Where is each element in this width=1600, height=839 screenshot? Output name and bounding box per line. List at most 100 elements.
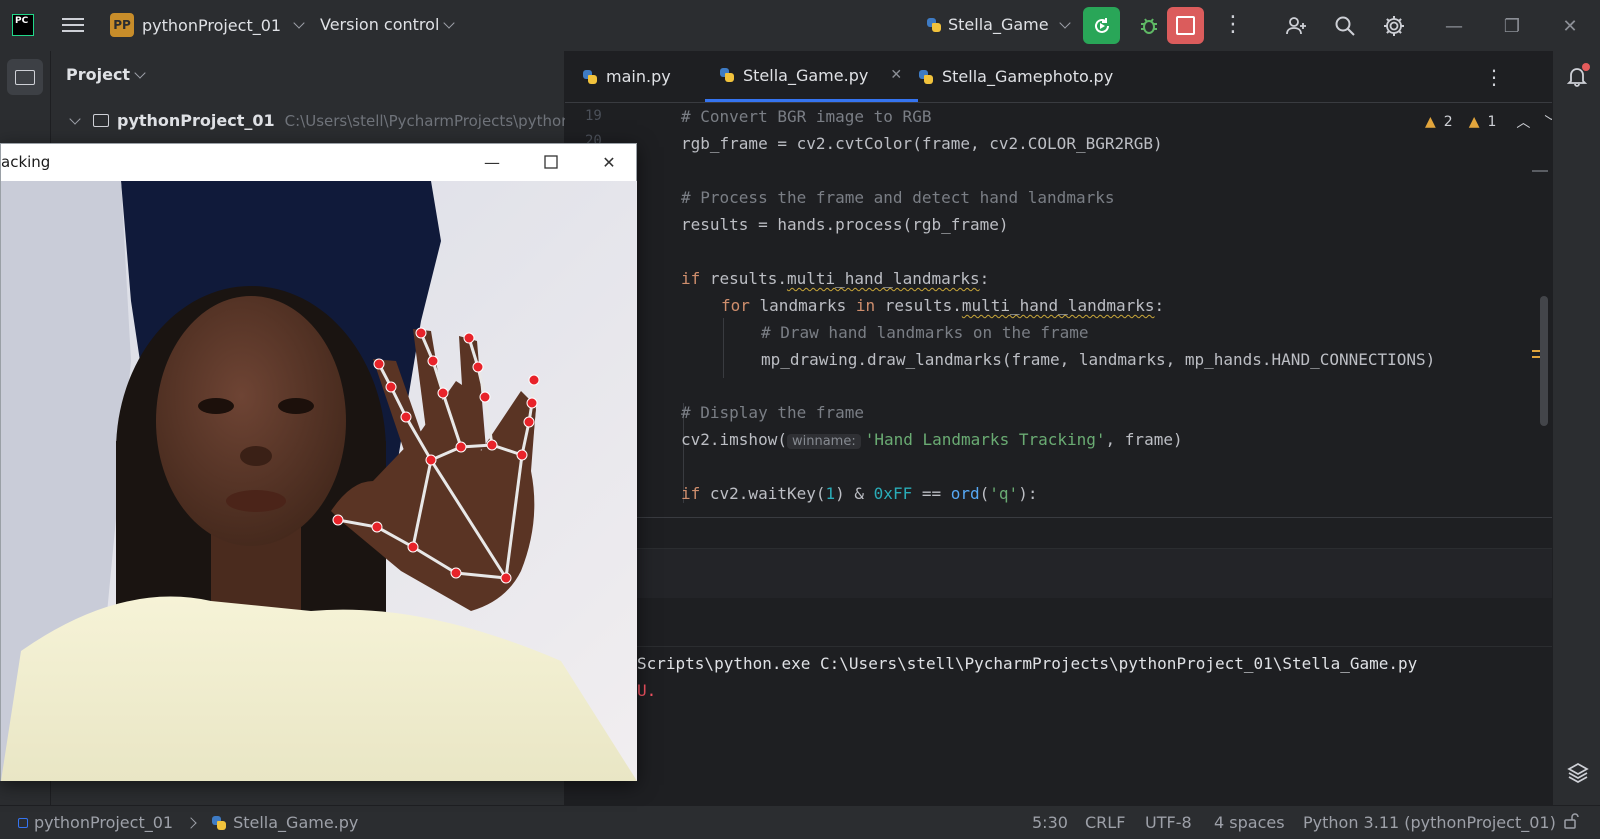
- cv-close-icon[interactable]: ✕: [589, 148, 629, 176]
- cv-maximize-icon[interactable]: [531, 148, 571, 176]
- cv-window-title: acking: [1, 153, 51, 171]
- project-root-path: C:\Users\stell\PycharmProjects\pythonP: [284, 111, 580, 130]
- run-panel: Scripts\python.exe C:\Users\stell\Pychar…: [565, 517, 1552, 806]
- project-switcher[interactable]: PP pythonProject_01: [110, 13, 305, 37]
- webcam-frame: [1, 181, 637, 781]
- tab-label: Stella_Gamephoto.py: [942, 67, 1114, 86]
- status-bar: pythonProject_01 Stella_Game.py 5:30 CRL…: [0, 805, 1600, 839]
- editor-scrollbar[interactable]: [1540, 296, 1548, 426]
- console-output-line: Scripts\python.exe C:\Users\stell\Pychar…: [637, 654, 1418, 673]
- project-tree-root[interactable]: pythonProject_01 C:\Users\stell\PycharmP…: [69, 111, 580, 130]
- file-encoding[interactable]: UTF-8: [1145, 813, 1192, 832]
- breadcrumb: pythonProject_01 Stella_Game.py: [18, 813, 358, 832]
- restore-icon[interactable]: ❐: [1498, 12, 1526, 40]
- line-number: 19: [585, 108, 602, 124]
- weak-warning-count: 1: [1487, 114, 1497, 130]
- tab-label: main.py: [606, 67, 671, 86]
- breadcrumb-file[interactable]: Stella_Game.py: [233, 813, 358, 832]
- code-line: rgb_frame = cv2.cvtColor(frame, cv2.COLO…: [681, 134, 1163, 153]
- chevron-down-icon: [443, 16, 456, 29]
- code-editor[interactable]: 19 20 # Convert BGR image to RGB rgb_fra…: [565, 103, 1552, 517]
- editor-tabs: main.py Stella_Game.py ✕ Stella_Gamephot…: [565, 51, 1552, 103]
- notification-badge: [1582, 63, 1590, 71]
- project-root-name: pythonProject_01: [117, 111, 275, 130]
- right-tool-strip: [1552, 51, 1600, 805]
- run-panel-toolbar: [565, 598, 1552, 647]
- code-line: if results.multi_hand_landmarks:: [681, 269, 990, 288]
- run-config-label: Stella_Game: [948, 15, 1049, 34]
- indent-setting[interactable]: 4 spaces: [1214, 813, 1285, 832]
- stop-icon: [1176, 16, 1195, 35]
- scroll-marker: [1532, 170, 1548, 172]
- code-line: # Process the frame and detect hand land…: [681, 188, 1115, 207]
- code-line: # Draw hand landmarks on the frame: [761, 323, 1089, 342]
- code-line: # Display the frame: [681, 403, 865, 422]
- code-line: for landmarks in results.multi_hand_land…: [721, 296, 1165, 315]
- project-tool-button[interactable]: [7, 59, 43, 95]
- title-bar: PC PP pythonProject_01 Version control S…: [0, 0, 1600, 51]
- run-panel-header: [565, 548, 1552, 600]
- folder-icon: [15, 69, 35, 85]
- python-file-icon: [719, 67, 735, 83]
- hand-tracking-window[interactable]: acking — ✕: [0, 143, 637, 781]
- webcam-image: [1, 181, 637, 781]
- project-name: pythonProject_01: [142, 15, 282, 35]
- tab-label: Stella_Game.py: [743, 65, 869, 85]
- menu-icon[interactable]: [62, 14, 84, 36]
- layers-icon[interactable]: [1566, 761, 1590, 790]
- close-tab-icon[interactable]: ✕: [890, 67, 902, 83]
- cv-minimize-icon[interactable]: —: [472, 148, 512, 176]
- project-panel-title-label: Project: [66, 65, 131, 84]
- python-file-icon: [211, 815, 227, 831]
- version-control-menu[interactable]: Version control: [320, 15, 456, 34]
- chevron-up-icon[interactable]: ︿: [1516, 112, 1530, 132]
- search-icon[interactable]: [1331, 12, 1359, 40]
- more-icon[interactable]: ⋮: [1222, 12, 1244, 38]
- tab-main-py[interactable]: main.py: [582, 51, 671, 102]
- debug-button[interactable]: [1134, 11, 1164, 41]
- python-file-icon: [582, 69, 598, 85]
- folder-icon: [93, 114, 109, 127]
- cv-window-titlebar[interactable]: acking — ✕: [1, 144, 636, 181]
- caret-position[interactable]: 5:30: [1032, 813, 1068, 832]
- version-control-label: Version control: [320, 15, 440, 34]
- line-separator[interactable]: CRLF: [1085, 813, 1125, 832]
- close-icon[interactable]: ✕: [1556, 12, 1584, 40]
- python-file-icon: [926, 17, 942, 33]
- lock-icon[interactable]: [1562, 812, 1580, 834]
- add-user-icon[interactable]: [1282, 12, 1310, 40]
- code-line: cv2.imshow(winname: 'Hand Landmarks Track…: [681, 430, 1183, 449]
- rerun-icon: [1094, 17, 1109, 33]
- warning-icon: ▲: [1425, 114, 1436, 130]
- chevron-down-icon[interactable]: [69, 112, 81, 125]
- gear-icon[interactable]: [1380, 12, 1408, 40]
- tab-stella-gamephoto-py[interactable]: Stella_Gamephoto.py: [918, 51, 1113, 102]
- debug-icon: [1141, 18, 1157, 34]
- project-panel-title[interactable]: Project: [66, 65, 146, 84]
- parameter-hint: winname:: [786, 434, 861, 449]
- module-icon: [18, 817, 28, 828]
- chevron-down-icon: [134, 66, 146, 79]
- code-line: results = hands.process(rgb_frame): [681, 215, 1009, 234]
- chevron-down-icon: [293, 17, 305, 29]
- console-error-line: U.: [637, 681, 657, 700]
- run-config-selector[interactable]: Stella_Game: [926, 15, 1071, 34]
- tab-stella-game-py[interactable]: Stella_Game.py ✕: [705, 51, 919, 102]
- stop-button[interactable]: [1167, 7, 1204, 44]
- tabs-more-icon[interactable]: ⋮: [1484, 65, 1504, 89]
- python-interpreter[interactable]: Python 3.11 (pythonProject_01): [1303, 813, 1556, 832]
- chevron-right-icon: [185, 816, 197, 829]
- code-line: mp_drawing.draw_landmarks(frame, landmar…: [761, 350, 1436, 369]
- weak-warning-icon: ▲: [1468, 114, 1480, 130]
- code-line: if cv2.waitKey(1) & 0xFF == ord('q'):: [681, 484, 1038, 503]
- minimize-icon[interactable]: —: [1440, 12, 1468, 40]
- python-file-icon: [918, 69, 934, 85]
- chevron-down-icon: [1058, 16, 1071, 29]
- code-line: # Convert BGR image to RGB: [681, 107, 932, 126]
- breadcrumb-project[interactable]: pythonProject_01: [34, 813, 173, 832]
- pycharm-logo-icon: PC: [12, 14, 34, 36]
- rerun-button[interactable]: [1083, 7, 1120, 44]
- project-badge: PP: [110, 13, 134, 37]
- warning-count: 2: [1443, 114, 1453, 130]
- inspection-widget[interactable]: ▲2 ▲1 ︿ ﹀: [1425, 112, 1558, 132]
